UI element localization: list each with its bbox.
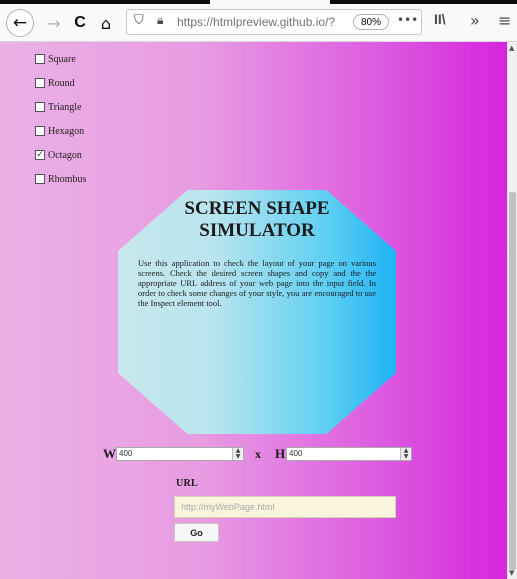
active-tab[interactable] [210, 0, 330, 4]
browser-toolbar: ← → C ⌂ ⛉ 🔒︎ https://htmlpreview.github.… [0, 0, 517, 42]
back-button[interactable]: ← [6, 9, 34, 37]
shield-icon[interactable]: ⛉ [134, 13, 144, 28]
zoom-indicator[interactable]: 80% [353, 14, 389, 30]
lock-icon[interactable]: 🔒︎ [157, 13, 163, 28]
reload-icon: C [74, 14, 86, 31]
scroll-down-icon[interactable]: ▼ [509, 569, 514, 577]
hexagon-checkbox[interactable] [35, 126, 45, 136]
square-checkbox[interactable] [35, 54, 45, 64]
dimension-separator: x [255, 447, 261, 461]
shape-label: Round [48, 77, 75, 89]
page-actions-icon[interactable]: ••• [397, 13, 418, 27]
overflow-icon[interactable]: » [470, 11, 480, 30]
spin-down-icon[interactable]: ▼ [404, 453, 409, 460]
home-button[interactable]: ⌂ [96, 12, 116, 34]
menu-icon[interactable]: ≡ [498, 11, 511, 30]
scrollbar-thumb[interactable] [509, 192, 516, 570]
forward-arrow-icon: → [47, 13, 61, 33]
simulator-title: SCREEN SHAPE SIMULATOR [184, 198, 330, 241]
width-spinner[interactable]: ▲ ▼ [232, 448, 243, 460]
triangle-checkbox[interactable] [35, 102, 45, 112]
shape-label: Square [48, 53, 76, 65]
shape-label: Triangle [48, 101, 82, 113]
height-value: 400 [289, 449, 303, 458]
vertical-scrollbar[interactable]: ▲ ▼ [507, 42, 517, 579]
shape-label: Rhombus [48, 173, 87, 185]
reload-button[interactable]: C [70, 12, 90, 34]
width-value: 400 [119, 449, 133, 458]
scroll-up-icon[interactable]: ▲ [509, 44, 514, 52]
shape-option-octagon[interactable]: ✓ Octagon [35, 148, 82, 162]
shape-option-hexagon[interactable]: Hexagon [35, 124, 84, 138]
url-text[interactable]: https://htmlpreview.github.io/? [177, 15, 345, 29]
octagon-screen-preview: SCREEN SHAPE SIMULATOR Use this applicat… [118, 190, 396, 434]
shape-option-round[interactable]: Round [35, 76, 75, 90]
width-input[interactable]: 400 ▲ ▼ [116, 447, 244, 461]
rhombus-checkbox[interactable] [35, 174, 45, 184]
shape-option-rhombus[interactable]: Rhombus [35, 172, 86, 186]
spin-down-icon[interactable]: ▼ [236, 453, 241, 460]
page-content: Square Round Triangle Hexagon ✓ Octagon … [0, 42, 507, 579]
tab-strip [0, 0, 517, 4]
forward-button[interactable]: → [44, 12, 64, 34]
height-label: H [275, 446, 286, 461]
simulator-description: Use this application to check the layout… [138, 258, 376, 308]
library-icon[interactable]: II\ [434, 11, 446, 27]
height-input[interactable]: 400 ▲ ▼ [286, 447, 412, 461]
shape-label: Hexagon [48, 125, 85, 137]
octagon-checkbox[interactable]: ✓ [35, 150, 45, 160]
back-arrow-icon: ← [12, 13, 28, 33]
home-icon: ⌂ [100, 13, 112, 33]
url-label: URL [176, 478, 199, 489]
round-checkbox[interactable] [35, 78, 45, 88]
shape-option-square[interactable]: Square [35, 52, 76, 66]
address-bar[interactable]: ⛉ 🔒︎ https://htmlpreview.github.io/? 80%… [126, 9, 422, 35]
shape-label: Octagon [48, 149, 82, 161]
url-input[interactable]: http://myWebPage.html [174, 496, 396, 518]
height-spinner[interactable]: ▲ ▼ [400, 448, 411, 460]
go-button[interactable]: Go [174, 523, 219, 542]
shape-option-triangle[interactable]: Triangle [35, 100, 82, 114]
width-label: W [103, 446, 116, 461]
checkmark-icon: ✓ [36, 149, 44, 160]
